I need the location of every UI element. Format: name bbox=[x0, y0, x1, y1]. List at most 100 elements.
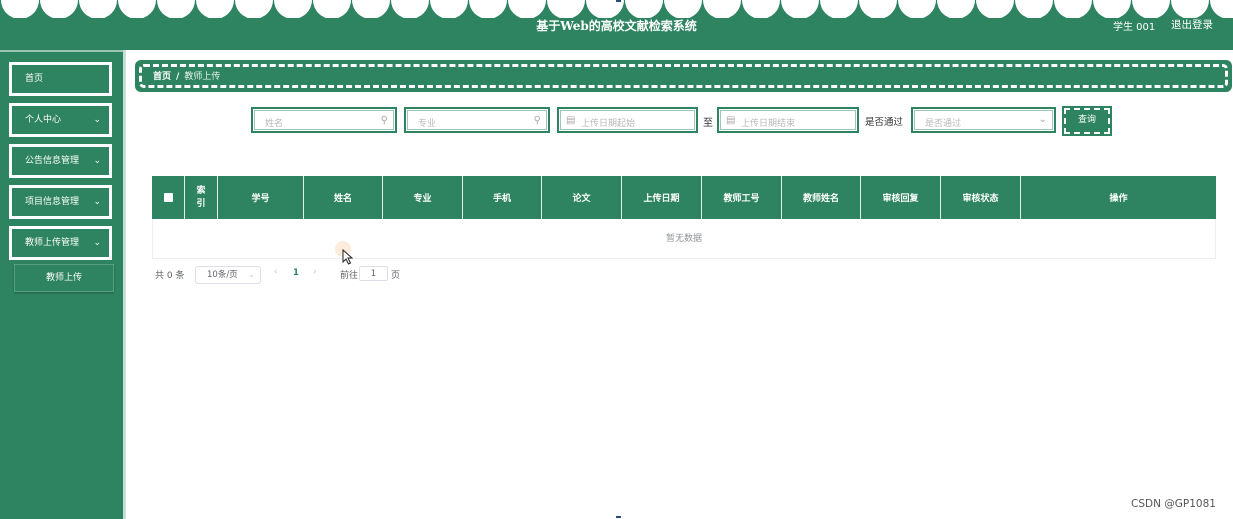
page-size-select[interactable]: 10条/页 ⌄ bbox=[195, 266, 261, 284]
search-icon: ⚲ bbox=[533, 115, 541, 126]
scallop bbox=[820, 0, 858, 18]
major-placeholder: 专业 bbox=[418, 119, 437, 129]
pagination-total: 共 0 条 bbox=[155, 271, 185, 281]
scallop bbox=[547, 0, 585, 18]
edge-marker bbox=[616, 0, 621, 2]
scallop bbox=[1054, 0, 1092, 18]
current-user: 学生 001 bbox=[1113, 22, 1156, 33]
chevron-down-icon: ⌄ bbox=[93, 238, 101, 248]
approved-label: 是否通过 bbox=[865, 117, 904, 128]
column-header-actions: 操作 bbox=[1109, 194, 1128, 204]
page-suffix-label: 页 bbox=[391, 271, 401, 281]
chevron-down-icon: ⌄ bbox=[93, 197, 101, 207]
column-header-major: 专业 bbox=[383, 176, 463, 219]
scallop bbox=[742, 0, 780, 18]
scallop bbox=[976, 0, 1014, 18]
end-date-placeholder: 上传日期结束 bbox=[741, 119, 796, 129]
scallop bbox=[469, 0, 507, 18]
column-header-teacher-id: 教师工号 bbox=[702, 176, 782, 219]
scallop bbox=[391, 0, 429, 18]
query-button[interactable]: 查询 bbox=[1062, 106, 1112, 136]
scallop bbox=[40, 0, 78, 18]
scallop bbox=[625, 0, 663, 18]
scallop bbox=[1171, 0, 1209, 18]
column-header-name: 姓名 bbox=[304, 176, 383, 219]
scallop bbox=[274, 0, 312, 18]
start-date-picker[interactable]: ▤ 上传日期起始 bbox=[557, 107, 698, 133]
column-header-review-reply: 审核回复 bbox=[861, 176, 941, 219]
start-date-placeholder: 上传日期起始 bbox=[581, 119, 636, 129]
app-title: 基于Web的高校文献检索系统 bbox=[536, 19, 697, 33]
page-size-value: 10条/页 bbox=[207, 270, 238, 280]
scallop bbox=[859, 0, 897, 18]
breadcrumb-home[interactable]: 首页 bbox=[153, 72, 171, 82]
scallop bbox=[1015, 0, 1053, 18]
logout-link[interactable]: 退出登录 bbox=[1171, 17, 1213, 32]
scallop bbox=[157, 0, 195, 18]
breadcrumb-bar: 首页 / 教师上传 bbox=[135, 60, 1232, 92]
search-icon: ⚲ bbox=[380, 115, 388, 126]
scallop bbox=[79, 0, 117, 18]
scallop bbox=[781, 0, 819, 18]
scallop bbox=[508, 0, 546, 18]
prev-page-button[interactable]: ‹ bbox=[274, 267, 278, 277]
name-search-input[interactable]: 姓名 ⚲ bbox=[251, 107, 397, 133]
column-header-index: 索引 bbox=[185, 176, 218, 219]
sidebar-item-label: 项目信息管理 bbox=[25, 197, 80, 207]
sidebar-subitem-teacher-upload[interactable]: 教师上传 bbox=[14, 264, 114, 292]
date-range-separator: 至 bbox=[703, 118, 713, 129]
next-page-button[interactable]: › bbox=[313, 267, 317, 277]
goto-page-input[interactable] bbox=[359, 266, 388, 281]
scallop bbox=[1093, 0, 1131, 18]
scallop bbox=[235, 0, 273, 18]
sidebar: 首页 个人中心 ⌄ 公告信息管理 ⌄ 项目信息管理 ⌄ 教师上传管理 ⌄ 教师上… bbox=[0, 50, 123, 519]
scallop bbox=[118, 0, 156, 18]
edge-marker bbox=[616, 516, 621, 518]
chevron-down-icon: ⌄ bbox=[93, 156, 101, 166]
breadcrumb-separator: / bbox=[176, 72, 180, 82]
select-all-cell bbox=[152, 176, 185, 219]
table-header: 索引 学号 姓名 专业 手机 论文 上传日期 教师工号 教师姓名 审核回复 审核… bbox=[152, 176, 1216, 219]
scallop bbox=[703, 0, 741, 18]
sidebar-item-home[interactable]: 首页 bbox=[9, 62, 112, 96]
calendar-icon: ▤ bbox=[566, 115, 576, 126]
sidebar-item-personal-center[interactable]: 个人中心 ⌄ bbox=[9, 103, 112, 137]
breadcrumb: 首页 / 教师上传 bbox=[153, 69, 220, 82]
scallop bbox=[1210, 0, 1233, 18]
chevron-down-icon: ⌄ bbox=[93, 115, 101, 125]
chevron-down-icon: ⌄ bbox=[248, 270, 255, 279]
watermark: CSDN @GP1081 bbox=[1131, 498, 1216, 510]
scallop bbox=[313, 0, 351, 18]
calendar-icon: ▤ bbox=[726, 115, 736, 126]
sidebar-divider bbox=[123, 50, 126, 519]
chevron-down-icon: ⌄ bbox=[1038, 114, 1047, 125]
select-all-checkbox[interactable] bbox=[163, 193, 173, 202]
sidebar-item-project-management[interactable]: 项目信息管理 ⌄ bbox=[9, 185, 112, 219]
sidebar-item-label: 教师上传管理 bbox=[25, 238, 80, 248]
mouse-pointer-icon bbox=[342, 249, 354, 265]
sidebar-item-teacher-upload-management[interactable]: 教师上传管理 ⌄ bbox=[9, 226, 112, 260]
name-placeholder: 姓名 bbox=[265, 119, 284, 129]
scallop bbox=[898, 0, 936, 18]
sidebar-item-notice-management[interactable]: 公告信息管理 ⌄ bbox=[9, 144, 112, 178]
scallop-decoration bbox=[1, 0, 1233, 18]
index-header-label: 索引 bbox=[196, 185, 206, 209]
major-search-input[interactable]: 专业 ⚲ bbox=[404, 107, 550, 133]
scallop bbox=[1132, 0, 1170, 18]
scallop bbox=[196, 0, 234, 18]
end-date-picker[interactable]: ▤ 上传日期结束 bbox=[717, 107, 859, 133]
page-number-current[interactable]: 1 bbox=[293, 268, 299, 278]
column-header-teacher-name: 教师姓名 bbox=[782, 176, 861, 219]
approved-select[interactable]: 是否通过 ⌄ bbox=[911, 107, 1056, 133]
scallop bbox=[1, 0, 39, 18]
scallop bbox=[430, 0, 468, 18]
column-header-phone: 手机 bbox=[463, 176, 542, 219]
scallop bbox=[586, 0, 624, 18]
table-empty-text: 暂无数据 bbox=[152, 219, 1216, 259]
top-header: 基于Web的高校文献检索系统 学生 001 退出登录 bbox=[0, 0, 1233, 50]
goto-label: 前往 bbox=[340, 271, 359, 281]
column-header-student-id: 学号 bbox=[218, 176, 304, 219]
sidebar-item-label: 公告信息管理 bbox=[25, 156, 80, 166]
scallop bbox=[352, 0, 390, 18]
breadcrumb-current: 教师上传 bbox=[184, 72, 221, 82]
